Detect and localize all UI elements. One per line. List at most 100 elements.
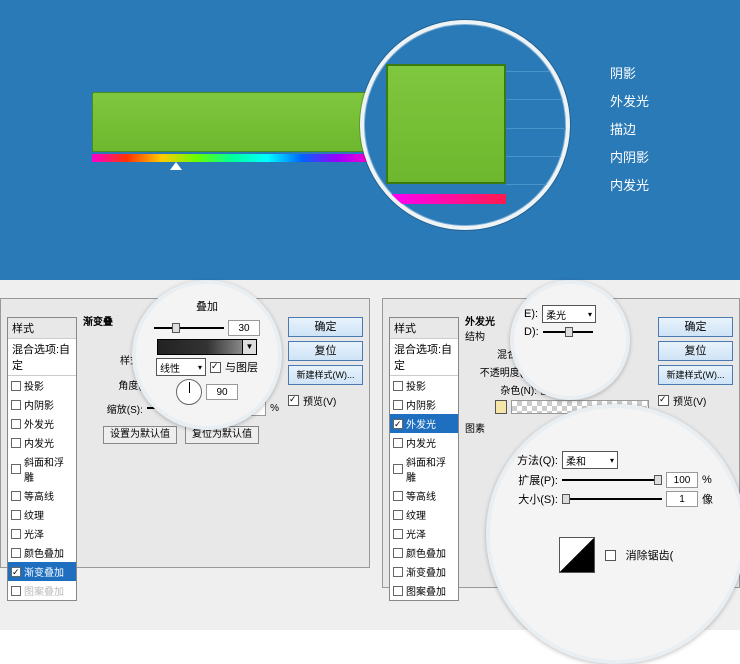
- checkbox-icon[interactable]: [393, 548, 403, 558]
- checkbox-icon[interactable]: [11, 491, 21, 501]
- contour-swatch[interactable]: [559, 537, 595, 573]
- color-spectrum: [92, 154, 372, 162]
- style-item-gradient-overlay[interactable]: 渐变叠加: [8, 562, 76, 581]
- style-item-color-overlay[interactable]: 颜色叠加: [8, 543, 76, 562]
- style-item-inner-glow[interactable]: 内发光: [8, 433, 76, 452]
- checkbox-icon[interactable]: [393, 419, 403, 429]
- magnifier-gradient-overlay: 叠加 ▼ 线性▾ 与图层: [132, 280, 282, 430]
- checkbox-icon[interactable]: [393, 464, 403, 474]
- px-unit: 像: [702, 491, 713, 507]
- style-list-right: 样式 混合选项:自定 投影 内阴影 外发光 内发光 斜面和浮雕 等高线 纹理 光…: [389, 317, 459, 601]
- annotation-list: 阴影 外发光 描边 内阴影 内发光: [610, 60, 649, 200]
- ok-button[interactable]: 确定: [658, 317, 733, 337]
- blend-options-header[interactable]: 混合选项:自定: [8, 339, 76, 376]
- dropdown-arrow-icon: ▾: [588, 310, 592, 319]
- checkbox-icon[interactable]: [11, 529, 21, 539]
- dialog-buttons-left: 确定 复位 新建样式(W)... 预览(V): [288, 317, 363, 408]
- checkbox-icon[interactable]: [11, 586, 21, 596]
- blend-mode-dropdown[interactable]: 柔光▾: [542, 305, 596, 323]
- checkbox-icon[interactable]: [393, 400, 403, 410]
- new-style-button[interactable]: 新建样式(W)...: [658, 365, 733, 385]
- style-item-bevel[interactable]: 斜面和浮雕: [390, 452, 458, 486]
- opacity-slider[interactable]: [154, 322, 224, 334]
- callout-line: [506, 71, 570, 72]
- top-illustration-panel: 阴影 外发光 描边 内阴影 内发光: [0, 0, 740, 280]
- checkbox-icon[interactable]: [11, 419, 21, 429]
- style-item-texture[interactable]: 纹理: [390, 505, 458, 524]
- spread-slider[interactable]: [562, 474, 662, 486]
- magnified-green-block: [386, 64, 506, 184]
- style-item-pattern-overlay[interactable]: 图案叠加: [8, 581, 76, 600]
- preview-checkbox[interactable]: [288, 395, 299, 406]
- style-dropdown-mag[interactable]: 线性▾: [156, 358, 206, 376]
- opacity-label-frag: D):: [524, 326, 539, 338]
- checkbox-icon[interactable]: [11, 567, 21, 577]
- new-style-button[interactable]: 新建样式(W)...: [288, 365, 363, 385]
- callout-line: [506, 184, 570, 185]
- callout-line: [506, 156, 570, 157]
- opacity-input[interactable]: [228, 320, 260, 336]
- align-checkbox-mag[interactable]: [210, 362, 221, 373]
- style-item-satin[interactable]: 光泽: [8, 524, 76, 543]
- checkbox-icon[interactable]: [393, 567, 403, 577]
- style-item-gradient-overlay[interactable]: 渐变叠加: [390, 562, 458, 581]
- bottom-dialogs-area: 样式 混合选项:自定 投影 内阴影 外发光 内发光 斜面和浮雕 等高线 纹理 光…: [0, 280, 740, 630]
- style-item-drop-shadow[interactable]: 投影: [8, 376, 76, 395]
- technique-dropdown[interactable]: 柔和▾: [562, 451, 618, 469]
- style-item-contour[interactable]: 等高线: [8, 486, 76, 505]
- angle-dial-mag[interactable]: [176, 379, 202, 405]
- checkbox-icon[interactable]: [11, 548, 21, 558]
- style-header: 样式: [8, 318, 76, 339]
- checkbox-icon[interactable]: [393, 586, 403, 596]
- checkbox-icon[interactable]: [393, 529, 403, 539]
- preview-checkbox[interactable]: [658, 395, 669, 406]
- style-item-color-overlay[interactable]: 颜色叠加: [390, 543, 458, 562]
- checkbox-icon[interactable]: [11, 400, 21, 410]
- checkbox-icon[interactable]: [393, 510, 403, 520]
- magnifier-elements: 方法(Q): 柔和▾ 扩展(P): % 大小(S): 像 消除锯齿(: [486, 404, 740, 664]
- preview-label: 预览(V): [673, 393, 706, 408]
- checkbox-icon[interactable]: [11, 464, 21, 474]
- checkbox-icon[interactable]: [11, 438, 21, 448]
- dropdown-arrow-icon[interactable]: ▼: [242, 340, 256, 354]
- gradient-swatch-mag[interactable]: ▼: [157, 339, 257, 355]
- cancel-button[interactable]: 复位: [658, 341, 733, 361]
- green-bar: [92, 92, 372, 152]
- ok-button[interactable]: 确定: [288, 317, 363, 337]
- antialias-checkbox[interactable]: [605, 550, 616, 561]
- cancel-button[interactable]: 复位: [288, 341, 363, 361]
- style-item-texture[interactable]: 纹理: [8, 505, 76, 524]
- style-item-inner-shadow[interactable]: 内阴影: [390, 395, 458, 414]
- annotation-shadow: 阴影: [610, 60, 649, 88]
- checkbox-icon[interactable]: [393, 438, 403, 448]
- style-item-inner-shadow[interactable]: 内阴影: [8, 395, 76, 414]
- opacity-slider[interactable]: [543, 326, 593, 338]
- style-item-outer-glow[interactable]: 外发光: [390, 414, 458, 433]
- style-item-satin[interactable]: 光泽: [390, 524, 458, 543]
- style-item-contour[interactable]: 等高线: [390, 486, 458, 505]
- dialog-buttons-right: 确定 复位 新建样式(W)... 预览(V): [658, 317, 733, 408]
- style-item-outer-glow[interactable]: 外发光: [8, 414, 76, 433]
- blend-options-header[interactable]: 混合选项:自定: [390, 339, 458, 376]
- style-item-pattern-overlay[interactable]: 图案叠加: [390, 581, 458, 600]
- technique-label: 方法(Q):: [508, 452, 558, 468]
- style-item-drop-shadow[interactable]: 投影: [390, 376, 458, 395]
- annotation-inner-glow: 内发光: [610, 172, 649, 200]
- checkbox-icon[interactable]: [393, 381, 403, 391]
- style-item-inner-glow[interactable]: 内发光: [390, 433, 458, 452]
- annotation-outer-glow: 外发光: [610, 88, 649, 116]
- angle-input-mag[interactable]: [206, 384, 238, 400]
- size-input[interactable]: [666, 491, 698, 507]
- magnified-pink-spectrum: [386, 194, 506, 204]
- checkbox-icon[interactable]: [11, 510, 21, 520]
- antialias-label: 消除锯齿(: [626, 547, 674, 563]
- scale-label: 缩放(S):: [83, 401, 143, 416]
- mag-title: 叠加: [150, 298, 264, 314]
- checkbox-icon[interactable]: [393, 491, 403, 501]
- make-default-button[interactable]: 设置为默认值: [103, 426, 177, 444]
- style-item-bevel[interactable]: 斜面和浮雕: [8, 452, 76, 486]
- checkbox-icon[interactable]: [11, 381, 21, 391]
- size-slider[interactable]: [562, 493, 662, 505]
- percent-unit: %: [702, 474, 712, 486]
- spread-input[interactable]: [666, 472, 698, 488]
